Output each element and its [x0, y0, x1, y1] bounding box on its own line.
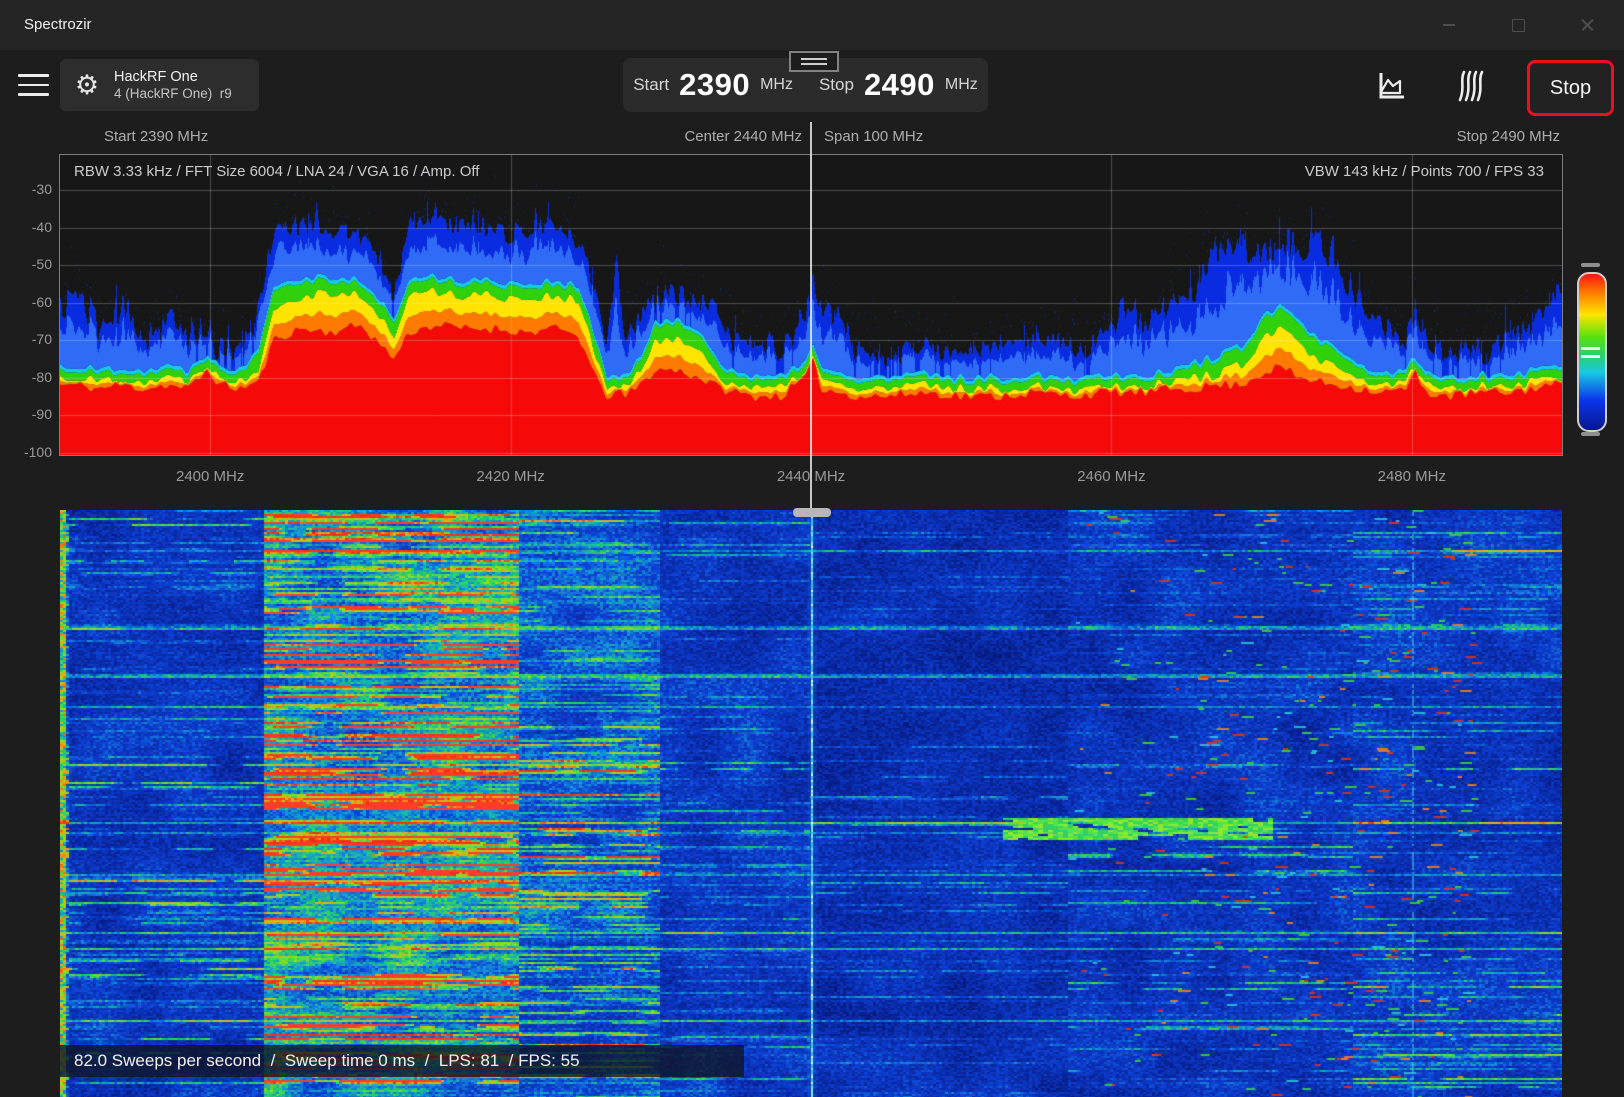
y-tick-label: -100 [2, 444, 52, 460]
x-tick-label: 2400 MHz [176, 468, 244, 485]
device-selector-button[interactable]: ⚙ HackRF One 4 (HackRF One) r9 [60, 59, 259, 111]
amplitude-colorbar[interactable] [1577, 272, 1607, 432]
hamburger-icon [18, 74, 49, 77]
panel-drag-handle[interactable] [789, 51, 839, 72]
waterfall-view-button[interactable] [1450, 66, 1490, 106]
drag-handle-icon [801, 58, 827, 60]
spectrum-view-button[interactable] [1372, 66, 1412, 106]
waterfall-canvas[interactable] [60, 510, 1562, 1097]
minimize-button[interactable] [1426, 0, 1472, 50]
spectrum-chart-icon [1376, 70, 1408, 102]
header-span: Span 100 MHz [824, 128, 923, 145]
device-name: HackRF One [114, 68, 232, 86]
menu-button[interactable] [18, 74, 49, 96]
start-freq-label: Start [633, 75, 669, 95]
colorbar-level-mark [1581, 347, 1600, 350]
status-bar: 82.0 Sweeps per second / Sweep time 0 ms… [60, 1045, 744, 1077]
gear-icon: ⚙ [60, 72, 114, 99]
center-frequency-marker[interactable] [810, 122, 812, 510]
minimize-icon [1443, 24, 1455, 26]
title-bar: Spectrozir [0, 0, 1624, 50]
y-tick-label: -90 [2, 406, 52, 422]
y-tick-label: -40 [2, 219, 52, 235]
close-icon [1581, 19, 1594, 32]
colorbar-level-mark [1581, 355, 1600, 358]
header-stop-freq: Stop 2490 MHz [1457, 128, 1560, 145]
header-center-freq: Center 2440 MHz [684, 128, 802, 145]
center-marker-handle[interactable] [793, 508, 831, 517]
colorbar-max-handle[interactable] [1581, 263, 1600, 267]
app-title: Spectrozir [24, 16, 92, 33]
x-tick-label: 2460 MHz [1077, 468, 1145, 485]
vbw-info-text: VBW 143 kHz / Points 700 / FPS 33 [1305, 163, 1544, 180]
y-tick-label: -80 [2, 369, 52, 385]
maximize-button[interactable] [1495, 0, 1541, 50]
y-tick-label: -50 [2, 256, 52, 272]
y-tick-label: -70 [2, 331, 52, 347]
y-tick-label: -30 [2, 181, 52, 197]
stop-freq-value[interactable]: 2490 [864, 67, 935, 103]
rbw-info-text: RBW 3.33 kHz / FFT Size 6004 / LNA 24 / … [74, 163, 479, 180]
colorbar-min-handle[interactable] [1581, 432, 1600, 436]
x-tick-label: 2480 MHz [1378, 468, 1446, 485]
y-axis: -30-40-50-60-70-80-90-100 [0, 155, 54, 455]
y-tick-label: -60 [2, 294, 52, 310]
stop-freq-unit: MHz [945, 76, 978, 94]
waterfall-icon [1453, 69, 1487, 103]
maximize-icon [1512, 19, 1525, 32]
x-tick-label: 2420 MHz [476, 468, 544, 485]
device-detail: 4 (HackRF One) r9 [114, 86, 232, 103]
start-freq-unit: MHz [760, 76, 793, 94]
close-button[interactable] [1564, 0, 1610, 50]
app-window: Spectrozir ⚙ HackRF One 4 (HackRF One) r… [0, 0, 1624, 1097]
stop-freq-label: Stop [819, 75, 854, 95]
header-start-freq: Start 2390 MHz [104, 128, 208, 145]
start-freq-value[interactable]: 2390 [679, 67, 750, 103]
stop-acquisition-button[interactable]: Stop [1527, 60, 1614, 116]
